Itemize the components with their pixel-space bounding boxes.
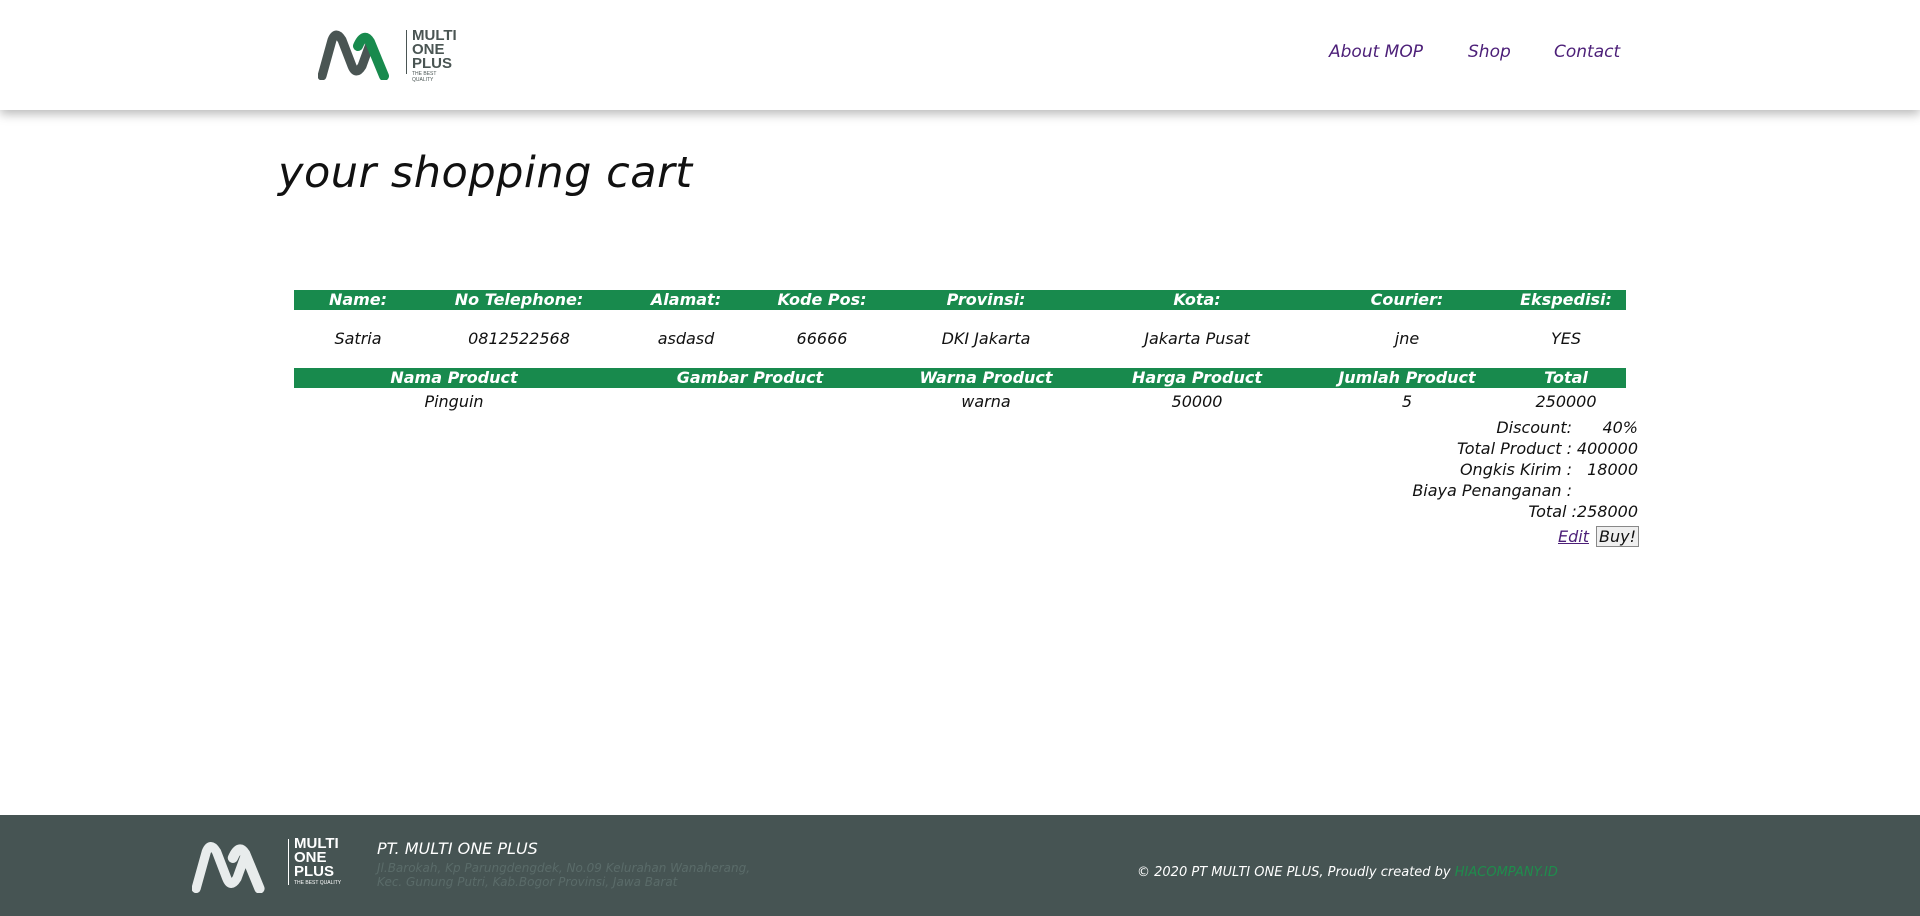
footer-logo-line-3: PLUS [294,863,335,880]
footer-logo-mark-icon [192,842,265,893]
grand-total-value: 258000 [1576,502,1638,521]
discount-value: 40% [1602,418,1638,437]
nav-shop[interactable]: Shop [1468,42,1511,62]
site-header: MULTI ONE PLUS THE BEST QUALITY About MO… [0,0,1920,110]
logo-mark-icon [318,30,389,80]
cell-warna-product: warna [961,392,1011,411]
total-product-label: Total Product : [1456,439,1572,458]
cell-telephone: 0812522568 [468,329,570,348]
col-header-ekspedisi: Ekspedisi: [1520,290,1612,309]
company-logo[interactable]: MULTI ONE PLUS THE BEST QUALITY [318,26,458,83]
footer-company-name: PT. MULTI ONE PLUS [377,839,538,858]
summary-ongkir: Ongkis Kirim : 18000 [1460,460,1638,479]
col-header-nama-product: Nama Product [390,368,518,387]
summary-total-product: Total Product :400000 [1457,439,1638,458]
cell-harga-product: 50000 [1171,392,1223,411]
summary-discount: Discount: 40% [1496,418,1638,437]
biaya-label: Biaya Penanganan : [1412,481,1572,500]
cell-kota: Jakarta Pusat [1144,329,1250,348]
col-header-kota: Kota: [1173,290,1221,309]
col-header-jumlah-product: Jumlah Product [1338,368,1476,387]
cell-alamat: asdasd [657,329,715,348]
ongkir-label: Ongkis Kirim : [1459,460,1572,479]
logo-line-3: PLUS [412,55,453,72]
cell-total: 250000 [1535,392,1597,411]
logo-wordmark: MULTI ONE PLUS [412,28,457,72]
nav-about-mop[interactable]: About MOP [1329,42,1423,62]
site-footer: MULTI ONE PLUS THE BEST QUALITY PT. MULT… [0,815,1920,916]
col-header-harga-product: Harga Product [1132,368,1262,387]
credit-link[interactable]: HIACOMPANY.ID [1455,865,1558,880]
footer-copyright: © 2020 PT MULTI ONE PLUS, Proudly create… [1137,865,1558,880]
nav-contact[interactable]: Contact [1554,42,1620,62]
cell-ekspedisi: YES [1550,329,1582,348]
product-table-header: Nama Product Gambar Product Warna Produc… [294,368,1626,388]
col-header-gambar-product: Gambar Product [676,368,824,387]
cell-kode-pos: 66666 [796,329,848,348]
col-header-provinsi: Provinsi: [946,290,1026,309]
footer-logo-divider [288,839,289,885]
discount-label: Discount: [1496,418,1572,437]
cell-provinsi: DKI Jakarta [941,329,1031,348]
buy-button[interactable]: Buy! [1596,526,1639,547]
cell-nama-product: Pinguin [424,392,484,411]
cell-jumlah-product: 5 [1401,392,1413,411]
col-header-courier: Courier: [1370,290,1444,309]
col-header-total: Total [1544,368,1588,387]
footer-logo-wordmark: MULTI ONE PLUS [294,836,339,880]
edit-link[interactable]: Edit [1558,527,1589,546]
col-header-kode-pos: Kode Pos: [777,290,867,309]
col-header-telephone: No Telephone: [454,290,584,309]
col-header-name: Name: [328,290,388,309]
cell-name: Satria [334,329,382,348]
col-header-warna-product: Warna Product [919,368,1053,387]
col-header-alamat: Alamat: [650,290,722,309]
grand-total-label: Total : [1528,502,1577,521]
page-title: your shopping cart [278,148,693,198]
summary-total: Total :258000 [1528,502,1638,521]
footer-logo-tagline: THE BEST QUALITY [294,880,342,886]
customer-table-header: Name: No Telephone: Alamat: Kode Pos: Pr… [294,290,1626,310]
summary-biaya: Biaya Penanganan : [1412,481,1638,500]
copyright-text: © 2020 PT MULTI ONE PLUS, Proudly create… [1137,865,1451,880]
ongkir-value: 18000 [1587,460,1638,479]
logo-divider [406,30,407,74]
cell-courier: jne [1394,329,1420,348]
logo-tagline: THE BEST QUALITY [412,71,437,83]
total-product-value: 400000 [1576,439,1638,458]
footer-address: Jl.Barokah, Kp Parungdengdek, No.09 Kelu… [377,861,751,889]
